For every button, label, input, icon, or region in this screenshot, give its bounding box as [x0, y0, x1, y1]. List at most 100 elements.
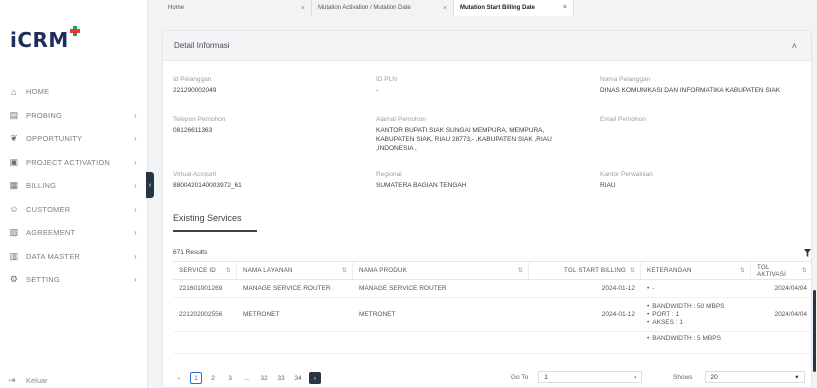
column-header[interactable]: SERVICE ID ⇅: [173, 262, 237, 279]
field-value: DINAS KOMUNIKASI DAN INFORMATIKA KABUPAT…: [600, 87, 781, 94]
tab-mutation-activation-mutation-date[interactable]: Mutation Activation / Mutation Date ×: [312, 0, 454, 16]
table-cell: [237, 332, 353, 353]
sidebar-item-opportunity[interactable]: ❦ OPPORTUNITY ›: [0, 127, 148, 151]
sort-icon[interactable]: ⇅: [802, 267, 807, 274]
prev-page-button[interactable]: ‹: [173, 372, 185, 384]
column-header[interactable]: TGL START BILLING ⇅: [529, 262, 641, 279]
page-number-3[interactable]: 3: [224, 372, 236, 384]
field-value: 221290002049: [173, 87, 217, 94]
sidebar-item-probing[interactable]: ▤ PROBING ›: [0, 104, 148, 128]
sort-icon[interactable]: ⇅: [518, 267, 523, 274]
table-cell: 2024/04/04: [774, 311, 807, 318]
table-row[interactable]: BANDWIDTH : 5 MBPS: [173, 332, 811, 354]
document-icon: ▤: [9, 109, 19, 120]
column-header[interactable]: KETERANGAN ⇅: [641, 262, 751, 279]
page-size-value: 20: [710, 373, 718, 381]
sort-icon[interactable]: ⇅: [226, 267, 231, 274]
contract-icon: ▧: [9, 227, 19, 238]
field-kantor: Kantor Perwakilan RIAU: [600, 171, 653, 190]
sidebar: iCRM ⌂ HOME ▤ PROBING › ❦ OPPORTUNITY › ▣ PROJECT…: [0, 0, 148, 388]
sort-icon[interactable]: ⇅: [342, 267, 347, 274]
table-row[interactable]: 221202002556 METRONET METRONET 2024-01-12 BA…: [173, 298, 811, 332]
logout-button[interactable]: ⇥ Keluar: [8, 375, 48, 386]
column-header[interactable]: TGL AKTIVASI ⇅: [751, 262, 811, 279]
sidebar-item-setting[interactable]: ⚙ SETTING ›: [0, 268, 148, 292]
sort-icon[interactable]: ⇅: [630, 267, 635, 274]
field-telepon: Telepon Pemohon 08126611363: [173, 116, 225, 135]
page-number-32[interactable]: 32: [258, 372, 270, 384]
logo-text: iCRM: [10, 28, 69, 52]
sort-icon[interactable]: ⇅: [740, 267, 745, 274]
tab-mutation-start-billing-date[interactable]: Mutation Start Billing Date ×: [454, 0, 574, 16]
app-root: iCRM ⌂ HOME ▤ PROBING › ❦ OPPORTUNITY › ▣ PROJECT…: [0, 0, 817, 388]
column-label: NAMA PRODUK: [359, 267, 407, 274]
chevron-down-icon: ▾: [795, 374, 799, 381]
sidebar-item-home[interactable]: ⌂ HOME: [0, 80, 148, 104]
chevron-right-icon: ›: [134, 134, 137, 144]
field-label: Nama Pelanggan: [600, 76, 651, 83]
page-size-select[interactable]: 20 ▾: [704, 371, 805, 383]
pagination: ‹ 1 2 3... 32 33 34 › Go To 1 › Shows 20 ▾: [173, 371, 809, 385]
close-icon[interactable]: ×: [563, 4, 567, 11]
logo[interactable]: iCRM: [10, 26, 80, 52]
keterangan-item: AKSES : 1: [647, 319, 725, 327]
detail-header[interactable]: Detail Informasi ˄: [163, 31, 811, 61]
field-value: 8800420140003972_61: [173, 182, 242, 189]
chevron-right-icon: ›: [134, 228, 137, 238]
sidebar-item-customer[interactable]: ☺ CUSTOMER ›: [0, 198, 148, 222]
page-number-1[interactable]: 1: [190, 372, 202, 384]
sidebar-collapse-button[interactable]: ‹: [146, 172, 154, 198]
page-list: 1 2 3... 32 33 34: [190, 372, 309, 384]
tab-existing-services[interactable]: Existing Services: [173, 213, 257, 232]
sidebar-item-project-activation[interactable]: ▣ PROJECT ACTIVATION ›: [0, 151, 148, 175]
column-label: SERVICE ID: [179, 267, 216, 274]
table-cell: 2024-01-12: [601, 285, 635, 292]
column-header[interactable]: NAMA PRODUK ⇅: [353, 262, 529, 279]
page-number-2[interactable]: 2: [207, 372, 219, 384]
page-number-34[interactable]: 34: [292, 372, 304, 384]
table-cell: 2024-01-12: [601, 311, 635, 318]
table-cell: BANDWIDTH : 50 MBPSPORT : 1AKSES : 1: [641, 298, 751, 331]
detail-card: Detail Informasi ˄ Id Pelanggan 22129000…: [162, 30, 812, 388]
field-value: 08126611363: [173, 127, 213, 134]
table-cell: 221202002556: [179, 311, 223, 318]
close-icon[interactable]: ×: [443, 5, 447, 12]
table-cell: 221601001269: [179, 285, 223, 292]
goto-arrow-icon[interactable]: ›: [634, 374, 636, 381]
sidebar-item-billing[interactable]: ▦ BILLING ›: [0, 174, 148, 198]
tab-label: Mutation Activation / Mutation Date: [318, 5, 411, 11]
field-email: Email Pemohon: [600, 116, 646, 126]
logout-label: Keluar: [26, 376, 48, 385]
shows-label: Shows: [673, 373, 693, 381]
field-nama-pelanggan: Nama Pelanggan DINAS KOMUNIKASI DAN INFO…: [600, 76, 810, 95]
goto-input[interactable]: 1 ›: [538, 371, 643, 383]
chevron-right-icon: ›: [134, 275, 137, 285]
keterangan-list: BANDWIDTH : 50 MBPSPORT : 1AKSES : 1: [647, 303, 725, 327]
detail-title: Detail Informasi: [174, 41, 230, 50]
filter-icon[interactable]: [804, 249, 811, 257]
column-label: TGL START BILLING: [564, 267, 626, 274]
tab-bar: Home × Mutation Activation / Mutation Date…: [162, 0, 817, 16]
keterangan-list: -: [647, 285, 654, 293]
close-icon[interactable]: ×: [301, 5, 305, 12]
field-value: RIAU: [600, 182, 616, 189]
sidebar-item-label: DATA MASTER: [26, 251, 81, 261]
column-header[interactable]: NAMA LAYANAN ⇅: [237, 262, 353, 279]
tab-home[interactable]: Home ×: [162, 0, 312, 16]
field-regional: Regional SUMATERA BAGIAN TENGAH: [376, 171, 466, 190]
sidebar-item-agreement[interactable]: ▧ AGREEMENT ›: [0, 221, 148, 245]
sidebar-item-label: PROBING: [26, 110, 62, 120]
field-label: Virtual Account: [173, 171, 217, 178]
next-page-button[interactable]: ›: [309, 372, 321, 384]
sidebar-item-label: CUSTOMER: [26, 204, 71, 214]
table-row[interactable]: 221601001269 MANAGE SERVICE ROUTER MANAGE …: [173, 280, 811, 298]
goto-label: Go To: [511, 373, 529, 381]
table-cell: [173, 332, 237, 353]
collapse-chevron-icon[interactable]: ˄: [792, 41, 797, 51]
page-number-33[interactable]: 33: [275, 372, 287, 384]
keterangan-item: -: [647, 285, 654, 293]
sidebar-item-data-master[interactable]: ▥ DATA MASTER ›: [0, 245, 148, 269]
people-icon: ☺: [9, 204, 19, 215]
scrollbar-thumb[interactable]: [813, 290, 816, 372]
chevron-right-icon: ›: [134, 251, 137, 261]
